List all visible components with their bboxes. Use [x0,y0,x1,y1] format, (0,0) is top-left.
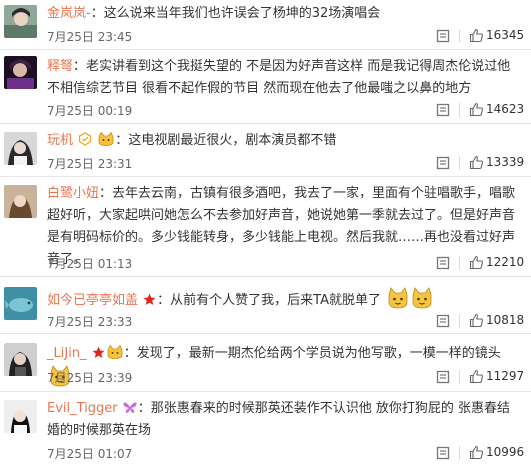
doge-emoji-icon [412,287,432,309]
like-icon[interactable] [469,255,484,270]
star-badge-icon [143,293,156,305]
avatar[interactable] [4,185,37,218]
doge-emoji-icon [388,287,408,309]
divider [459,256,460,270]
reply-icon[interactable] [436,370,450,384]
reply-icon[interactable] [436,103,450,117]
timestamp: 7月25日 00:19 [47,104,133,118]
divider [459,370,460,384]
comment-item: 金岚岚-：这么说来当年我们也许误会了杨坤的32场演唱会 7月25日 23:45 … [0,0,531,50]
comment-item: 白鹭小妞：去年去云南，古镇有很多酒吧，我去了一家，里面有个驻唱歌手，唱歌超好听，… [0,177,531,277]
comment-text: 这电视剧最近很火，剧本演员都不错 [128,133,337,148]
timestamp: 7月25日 23:39 [47,371,133,385]
comment-text: 这么说来当年我们也许误会了杨坤的32场演唱会 [103,6,381,21]
member-badge-icon [79,132,92,146]
avatar[interactable] [4,56,37,89]
divider [459,103,460,117]
username[interactable]: _LiJin_ [47,346,87,361]
avatar[interactable] [4,287,37,320]
divider [459,314,460,328]
username[interactable]: 白鹭小妞 [47,186,99,201]
comment-item: 玩机 ：这电视剧最近很火，剧本演员都不错 7月25日 23:31 13339 [0,124,531,177]
username[interactable]: 玩机 [47,133,73,148]
avatar[interactable] [4,343,37,376]
reply-icon[interactable] [436,29,450,43]
like-count: 12210 [486,255,525,269]
reply-icon[interactable] [436,156,450,170]
like-count: 16345 [486,28,525,42]
comment-text: 老实讲看到这个我挺失望的 不是因为好声音这样 而是我记得周杰伦说过他不相信综艺节… [47,59,511,96]
cat-emoji-icon [107,345,123,359]
like-icon[interactable] [469,28,484,43]
cat-emoji-icon [98,132,114,146]
like-count: 13339 [486,155,525,169]
comment-item: 如今已亭亭如盖 ：从前有个人赞了我，后来TA就脱单了 7月25日 23:33 1… [0,277,531,334]
like-icon[interactable] [469,102,484,117]
timestamp: 7月25日 23:45 [47,30,133,44]
star-badge-icon [92,346,105,358]
avatar[interactable] [4,5,37,38]
comment-item: 释弩：老实讲看到这个我挺失望的 不是因为好声音这样 而是我记得周杰伦说过他不相信… [0,50,531,124]
like-icon[interactable] [469,445,484,460]
butterfly-badge-icon [123,402,137,413]
divider [459,29,460,43]
like-count: 10818 [486,313,525,327]
comment-text: 从前有个人赞了我，后来TA就脱单了 [170,293,381,308]
reply-icon[interactable] [436,446,450,460]
timestamp: 7月25日 01:07 [47,447,133,461]
divider [459,156,460,170]
comment-item: _LiJin_ ：发现了，最新一期杰伦给两个学员说为他写歌，一模一样的镜头 7月… [0,334,531,392]
avatar[interactable] [4,400,37,433]
like-count: 11297 [486,369,525,383]
comment-feed: 金岚岚-：这么说来当年我们也许误会了杨坤的32场演唱会 7月25日 23:45 … [0,0,531,465]
like-count: 14623 [486,102,525,116]
avatar[interactable] [4,132,37,165]
comment-item: Evil_Tigger ：那张惠春来的时候那英还装作不认识他 放你打狗屁的 张惠… [0,392,531,465]
username[interactable]: 释弩 [47,59,73,74]
comment-text: 发现了，最新一期杰伦给两个学员说为他写歌，一模一样的镜头 [136,346,501,361]
reply-icon[interactable] [436,314,450,328]
reply-icon[interactable] [436,256,450,270]
divider [459,446,460,460]
like-count: 10996 [486,445,525,459]
like-icon[interactable] [469,369,484,384]
timestamp: 7月25日 23:31 [47,157,133,171]
username[interactable]: 金岚岚- [47,6,91,21]
like-icon[interactable] [469,313,484,328]
like-icon[interactable] [469,155,484,170]
timestamp: 7月25日 23:33 [47,315,133,329]
username[interactable]: 如今已亭亭如盖 [47,293,138,308]
username[interactable]: Evil_Tigger [47,401,118,416]
timestamp: 7月25日 01:13 [47,257,133,271]
